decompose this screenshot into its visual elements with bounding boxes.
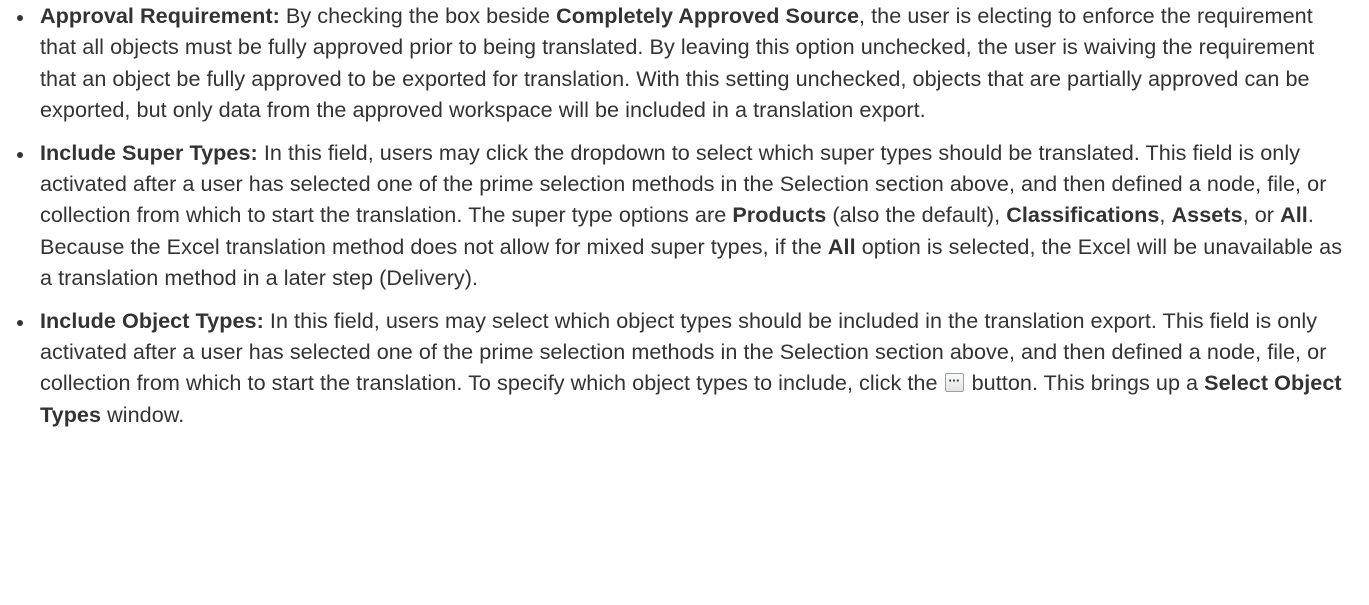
body-text: button. This brings up a <box>965 370 1205 396</box>
list-item-include-super-types: Include Super Types: In this field, user… <box>0 137 1369 294</box>
body-text: (also the default), <box>826 202 1007 228</box>
term-approval-requirement: Approval Requirement: <box>40 3 280 28</box>
term-include-object-types: Include Object Types: <box>40 307 264 333</box>
bullet-icon <box>17 15 23 21</box>
document-body: Approval Requirement: By checking the bo… <box>0 0 1369 430</box>
term-completely-approved-source: Completely Approved Source <box>556 3 859 28</box>
ellipsis-button[interactable]: ··· <box>944 373 964 393</box>
ellipsis-icon: ··· <box>948 373 960 389</box>
term-include-super-types: Include Super Types: <box>40 139 258 165</box>
body-text: window. <box>101 401 185 427</box>
term-all: All <box>1280 202 1308 228</box>
term-classifications: Classifications <box>1006 202 1160 228</box>
bullet-icon <box>17 151 23 158</box>
option-list: Approval Requirement: By checking the bo… <box>0 0 1369 430</box>
bullet-icon <box>17 319 23 326</box>
term-all: All <box>827 233 856 259</box>
body-text: , or <box>1242 202 1281 228</box>
body-text: , <box>1159 202 1172 228</box>
term-assets: Assets <box>1171 202 1243 228</box>
list-item-approval-requirement: Approval Requirement: By checking the bo… <box>0 0 1369 126</box>
term-products: Products <box>732 202 827 228</box>
list-item-include-object-types: Include Object Types: In this field, use… <box>0 305 1369 431</box>
body-text: By checking the box beside <box>279 3 557 28</box>
